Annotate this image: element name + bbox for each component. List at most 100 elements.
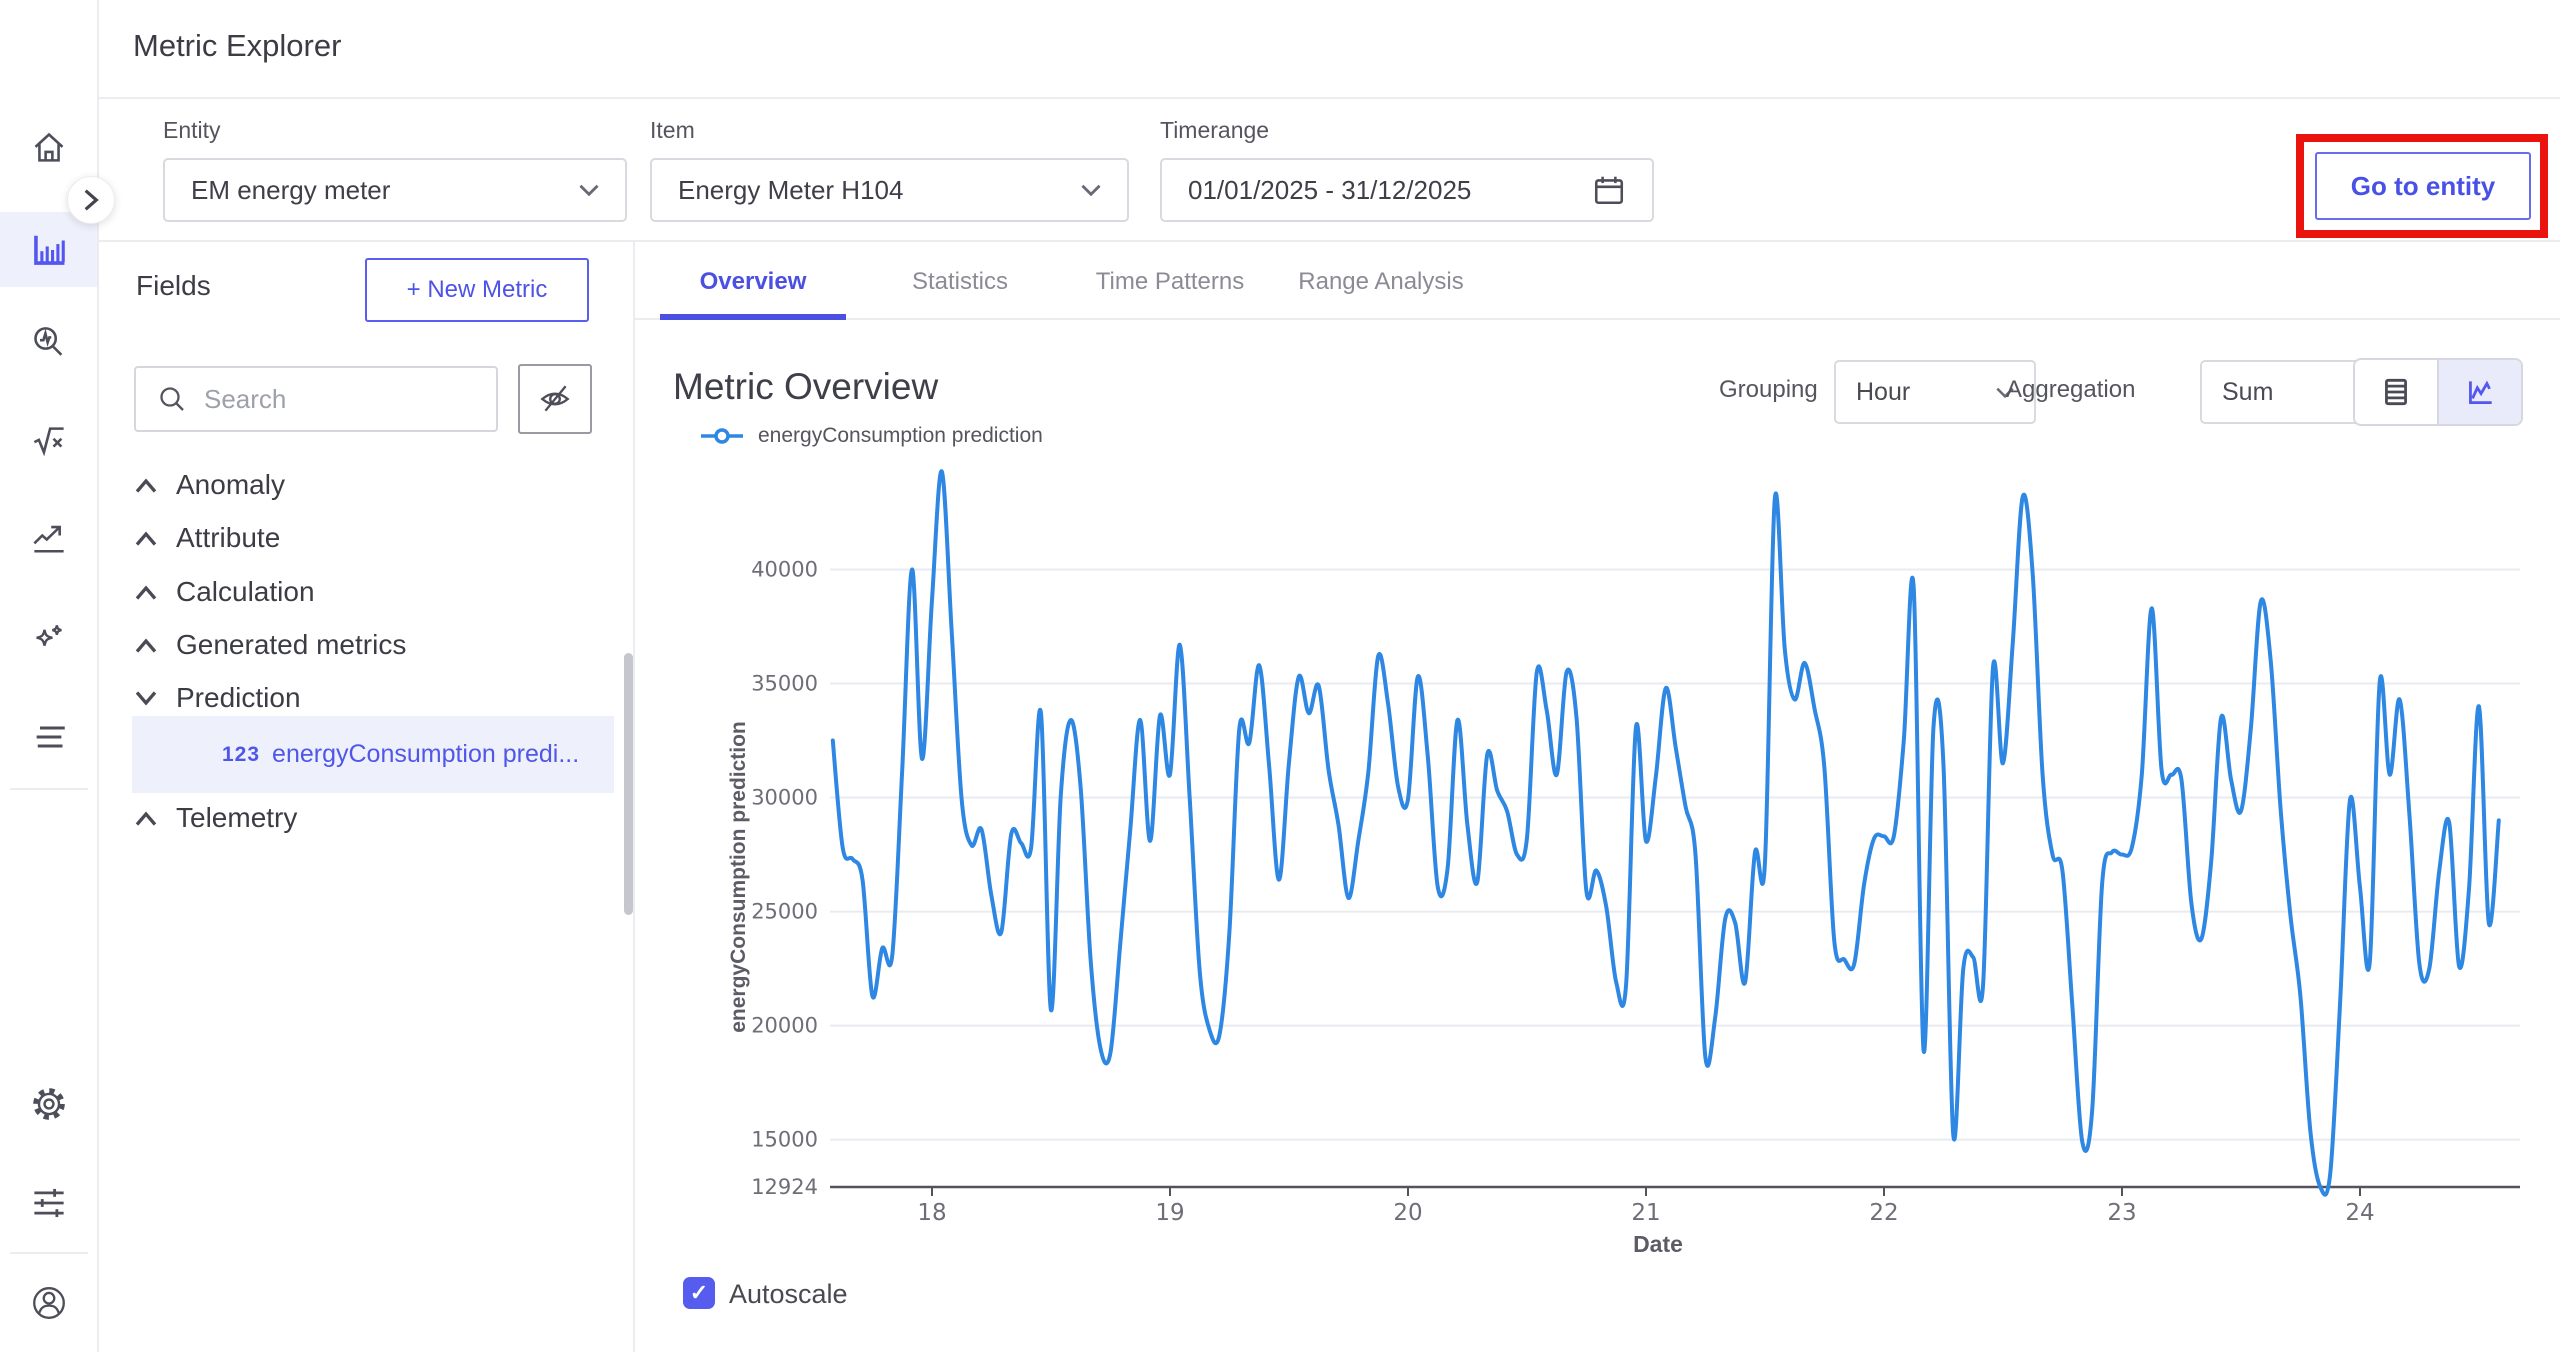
sidebar-item-preferences[interactable]	[0, 1166, 97, 1240]
sidebar-collapse-button[interactable]	[67, 176, 115, 224]
chevron-right-icon	[83, 188, 99, 212]
svg-text:21: 21	[1631, 1200, 1660, 1226]
chevron-up-icon	[134, 531, 158, 546]
metric-line-chart[interactable]: 12924 15000 20000 25000 30000 35000 40000 18 19 2…	[640, 430, 2560, 1270]
autoscale-label: Autoscale	[729, 1279, 848, 1310]
chevron-down-icon	[1081, 184, 1101, 196]
svg-text:15000: 15000	[751, 1128, 818, 1152]
chart-view-button[interactable]	[2439, 360, 2521, 424]
chevron-up-icon	[134, 811, 158, 826]
svg-text:40000: 40000	[751, 557, 818, 581]
sidebar-divider	[10, 1252, 88, 1254]
aggregation-label: Aggregation	[2006, 376, 2135, 404]
entity-value: EM energy meter	[191, 175, 390, 206]
go-to-entity-button[interactable]: Go to entity	[2315, 152, 2531, 220]
tab-statistics[interactable]: Statistics	[870, 262, 1050, 302]
entity-select[interactable]: EM energy meter	[163, 158, 627, 222]
sidebar-item-trends[interactable]	[0, 503, 97, 577]
chevron-down-icon	[134, 691, 158, 706]
field-search[interactable]	[134, 366, 498, 432]
svg-text:24: 24	[2345, 1200, 2374, 1226]
selected-metric-label: energyConsumption predi...	[272, 740, 579, 769]
aggregation-value: Sum	[2222, 378, 2273, 407]
svg-text:20000: 20000	[751, 1014, 818, 1038]
tab-range-analysis[interactable]: Range Analysis	[1290, 262, 1472, 302]
sidebar-divider	[10, 788, 88, 790]
timerange-input[interactable]: 01/01/2025 - 31/12/2025	[1160, 158, 1654, 222]
svg-text:19: 19	[1155, 1200, 1184, 1226]
svg-text:energyConsumption prediction: energyConsumption prediction	[727, 721, 750, 1033]
metric-explorer-app: Metric Explorer	[0, 0, 2560, 1352]
item-value: Energy Meter H104	[678, 175, 903, 206]
svg-text:20: 20	[1393, 1200, 1422, 1226]
bar-chart-icon	[30, 231, 68, 269]
svg-text:18: 18	[917, 1200, 946, 1226]
page-title: Metric Explorer	[133, 28, 341, 64]
svg-text:12924: 12924	[751, 1175, 818, 1199]
field-group-generated-metrics[interactable]: Generated metrics	[134, 618, 614, 672]
chevron-up-icon	[134, 585, 158, 600]
sidebar-item-lists[interactable]	[0, 700, 97, 774]
trend-icon	[31, 522, 67, 558]
field-group-calculation[interactable]: Calculation	[134, 565, 614, 619]
field-group-anomaly[interactable]: Anomaly	[134, 458, 614, 512]
svg-text:22: 22	[1869, 1200, 1898, 1226]
divider	[97, 240, 2560, 242]
number-type-icon: 123	[222, 743, 260, 767]
sliders-icon	[31, 1185, 67, 1221]
sidebar-item-home[interactable]	[0, 111, 97, 185]
svg-text:35000: 35000	[751, 672, 818, 696]
chevron-up-icon	[134, 638, 158, 653]
header	[0, 0, 2560, 99]
formula-icon	[31, 423, 67, 459]
view-toggle-group	[2353, 358, 2523, 426]
list-icon	[31, 719, 67, 755]
table-view-button[interactable]	[2355, 360, 2437, 424]
field-group-attribute[interactable]: Attribute	[134, 511, 614, 565]
svg-text:30000: 30000	[751, 786, 818, 810]
table-icon	[2379, 375, 2413, 409]
profile-icon	[30, 1284, 68, 1322]
svg-text:Date: Date	[1633, 1231, 1683, 1257]
svg-text:23: 23	[2107, 1200, 2136, 1226]
active-tab-indicator	[660, 314, 846, 320]
chevron-up-icon	[134, 478, 158, 493]
sidebar-item-settings[interactable]	[0, 1067, 97, 1141]
svg-text:25000: 25000	[751, 900, 818, 924]
anomaly-search-icon	[31, 325, 67, 361]
item-select[interactable]: Energy Meter H104	[650, 158, 1129, 222]
field-group-telemetry[interactable]: Telemetry	[134, 791, 614, 845]
home-icon	[31, 130, 67, 166]
calendar-icon	[1592, 173, 1626, 207]
chart-title: Metric Overview	[673, 366, 938, 408]
line-chart-icon	[2463, 375, 2497, 409]
timerange-value: 01/01/2025 - 31/12/2025	[1188, 175, 1471, 206]
search-input[interactable]	[202, 383, 456, 416]
item-label: Item	[650, 117, 695, 144]
panel-scrollbar[interactable]	[624, 653, 633, 915]
eye-slash-icon	[538, 382, 572, 416]
sparkles-icon	[31, 622, 67, 658]
sidebar-item-anomaly[interactable]	[0, 306, 97, 380]
timerange-label: Timerange	[1160, 117, 1269, 144]
sidebar-item-metrics[interactable]	[0, 212, 97, 287]
check-icon: ✓	[690, 1280, 708, 1306]
sidebar-item-ai[interactable]	[0, 603, 97, 677]
sidebar-item-profile[interactable]	[0, 1266, 97, 1340]
search-icon	[158, 385, 186, 413]
fields-panel-title: Fields	[136, 270, 211, 302]
grouping-value: Hour	[1856, 378, 1910, 407]
sidebar-item-calculation[interactable]	[0, 404, 97, 478]
grouping-label: Grouping	[1719, 376, 1818, 404]
tab-overview[interactable]: Overview	[660, 262, 846, 302]
panel-divider	[633, 242, 635, 1352]
toggle-hidden-fields-button[interactable]	[518, 364, 592, 434]
gear-icon	[30, 1085, 68, 1123]
tab-time-patterns[interactable]: Time Patterns	[1080, 262, 1260, 302]
chevron-down-icon	[579, 184, 599, 196]
autoscale-checkbox[interactable]: ✓	[683, 1277, 715, 1309]
new-metric-button[interactable]: + New Metric	[365, 258, 589, 322]
entity-label: Entity	[163, 117, 221, 144]
tabs-divider	[635, 318, 2560, 320]
selected-metric-row[interactable]: 123 energyConsumption predi...	[132, 716, 614, 793]
